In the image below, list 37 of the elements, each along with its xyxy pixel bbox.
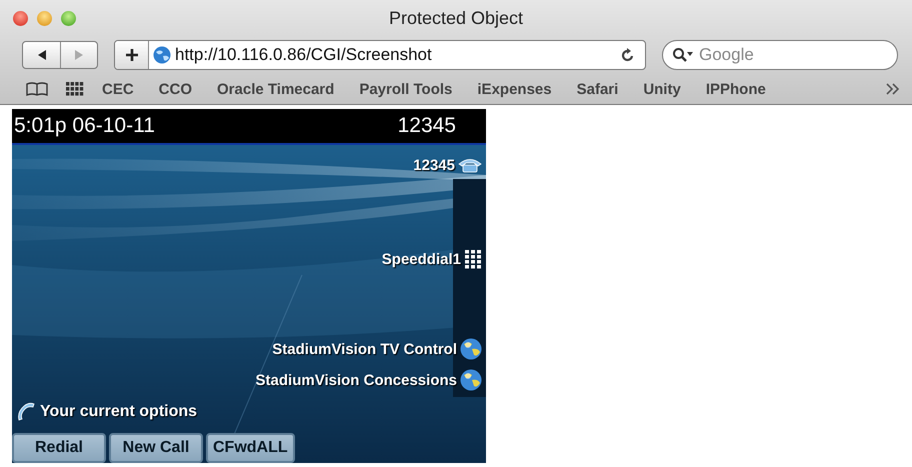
bookmark-link[interactable]: IPPhone	[706, 80, 766, 98]
globe-icon	[153, 46, 171, 64]
globe-icon	[460, 369, 482, 391]
line-key[interactable]: StadiumVision Concessions	[256, 369, 482, 391]
handset-icon	[16, 402, 36, 422]
extension-number: 12345	[398, 114, 456, 138]
book-icon[interactable]	[26, 82, 48, 96]
window-title: Protected Object	[388, 8, 524, 28]
bookmark-link[interactable]: Oracle Timecard	[217, 80, 334, 98]
softkey-button[interactable]: New Call	[109, 433, 203, 463]
bookmark-link[interactable]: Unity	[643, 80, 681, 98]
date-time: 5:01p 06-10-11	[14, 114, 155, 138]
keypad-icon	[464, 249, 482, 269]
plus-icon	[124, 48, 138, 62]
line-key[interactable]: 12345	[413, 154, 482, 176]
reload-icon[interactable]	[621, 47, 635, 63]
bookmark-link[interactable]: Safari	[576, 80, 618, 98]
bookmark-link[interactable]: Payroll Tools	[359, 80, 452, 98]
bookmark-link[interactable]: CEC	[102, 80, 134, 98]
grid-icon[interactable]	[66, 82, 84, 96]
softkey-button[interactable]: CFwdALL	[206, 433, 295, 463]
line-key[interactable]: StadiumVision TV Control	[272, 338, 482, 360]
add-bookmark-button[interactable]	[115, 41, 149, 69]
desk-phone-icon	[458, 157, 482, 173]
softkey-button[interactable]: Redial	[12, 433, 106, 463]
globe-icon	[460, 338, 482, 360]
bookmark-link[interactable]: iExpenses	[477, 80, 552, 98]
address-field[interactable]: http://10.116.0.86/CGI/Screenshot	[114, 40, 646, 70]
line-key[interactable]: Speeddial1	[382, 248, 482, 270]
search-field[interactable]: Google	[662, 40, 898, 70]
back-arrow-icon	[36, 49, 48, 61]
bookmark-link[interactable]: CCO	[158, 80, 192, 98]
chevron-icon[interactable]	[886, 83, 900, 95]
close-button[interactable]	[13, 11, 28, 26]
forward-arrow-icon	[73, 49, 85, 61]
prompt-text: Your current options	[40, 403, 198, 421]
url-text: http://10.116.0.86/CGI/Screenshot	[175, 45, 432, 65]
